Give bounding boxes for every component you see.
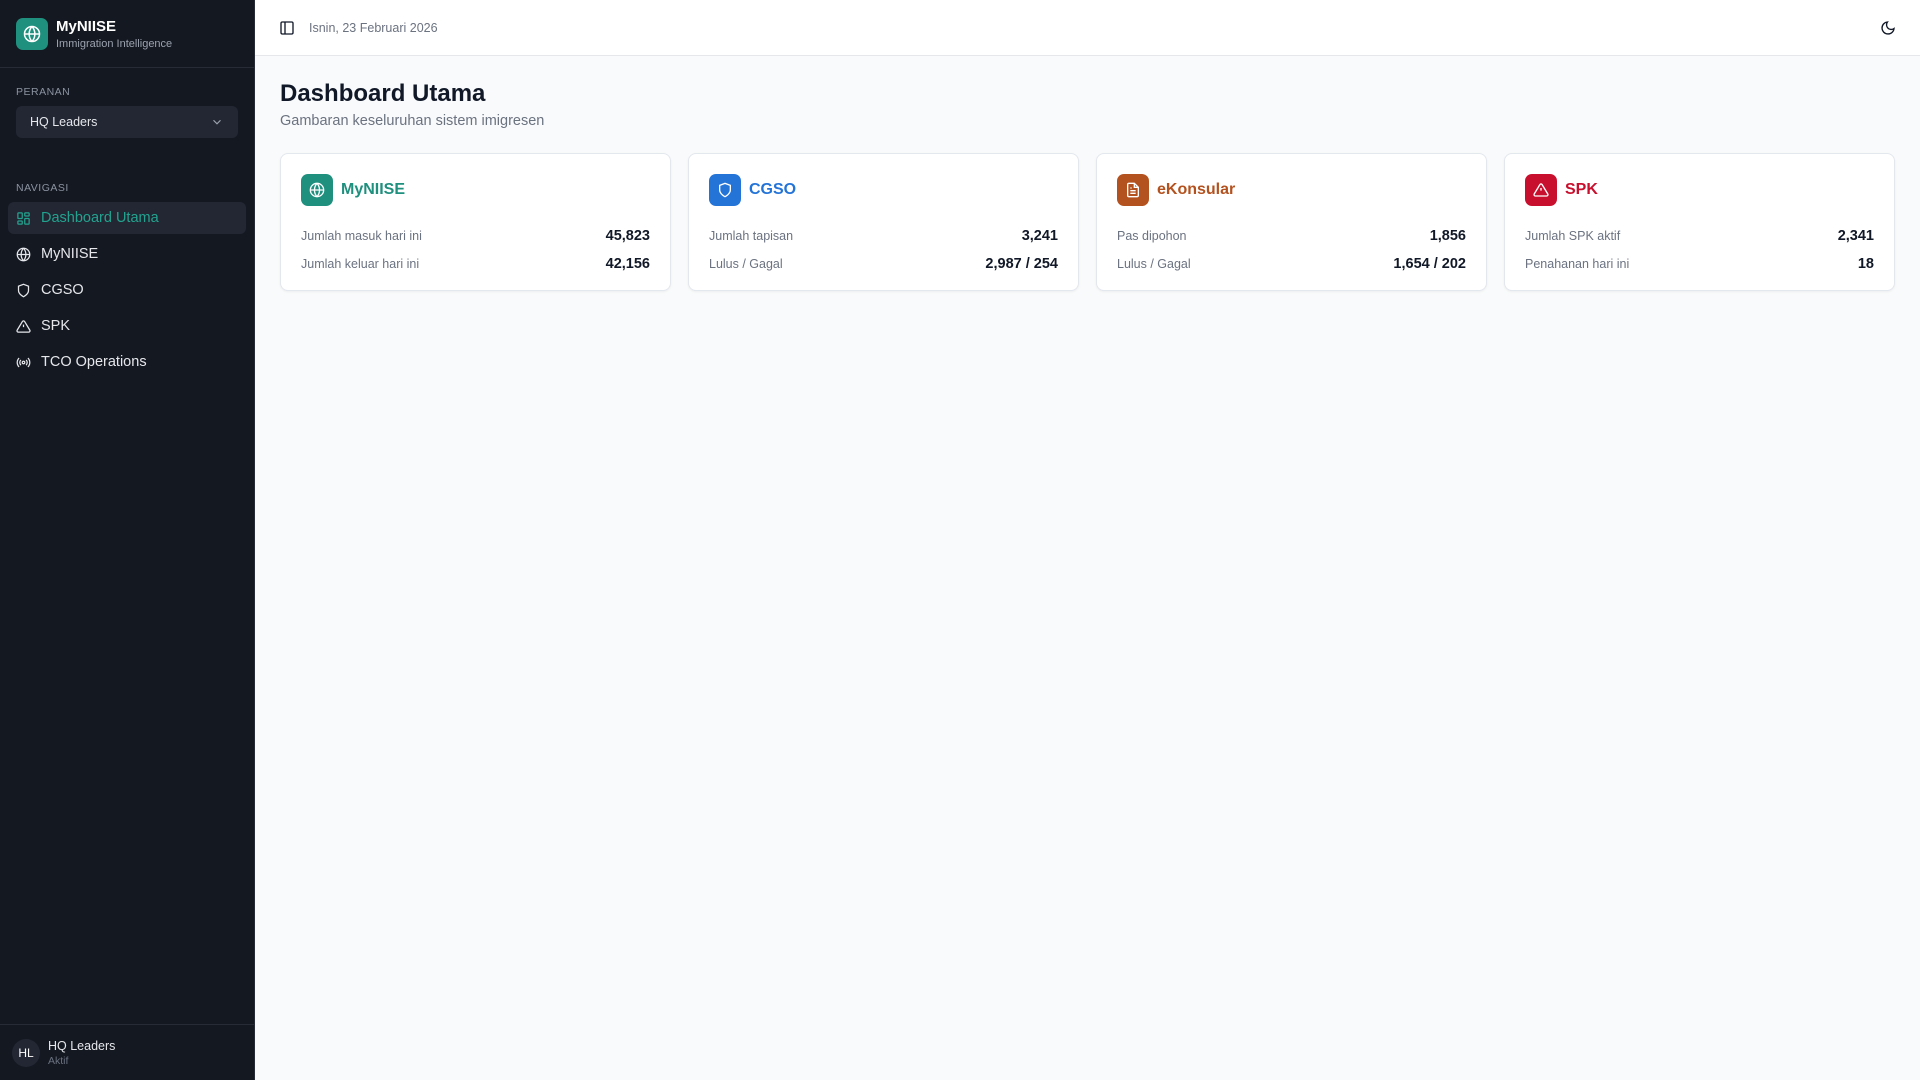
stat-row: Jumlah tapisan 3,241 — [709, 222, 1058, 250]
user-profile[interactable]: HL HQ Leaders Aktif — [0, 1024, 254, 1080]
sidebar-item-tco[interactable]: TCO Operations — [8, 346, 246, 378]
stat-label: Lulus / Gagal — [709, 257, 783, 271]
role-value: HQ Leaders — [30, 115, 98, 129]
brand-name: MyNIISE — [56, 17, 117, 35]
nav-label: NAVIGASI — [16, 182, 69, 194]
stat-label: Penahanan hari ini — [1525, 257, 1630, 271]
stat-value: 42,156 — [605, 256, 650, 272]
card-title: MyNIISE — [341, 181, 406, 198]
document-icon — [1117, 174, 1149, 206]
stat-label: Jumlah tapisan — [709, 229, 794, 243]
page-title: Dashboard Utama — [280, 80, 486, 107]
stat-row: Jumlah keluar hari ini 42,156 — [301, 250, 650, 278]
globe-icon — [16, 247, 31, 261]
card-title: SPK — [1565, 181, 1598, 198]
user-name: HQ Leaders — [48, 1038, 116, 1053]
sidebar-item-label: Dashboard Utama — [41, 210, 159, 226]
warning-icon — [16, 319, 31, 333]
stat-value: 45,823 — [605, 228, 650, 244]
role-label: PERANAN — [16, 86, 71, 98]
stat-label: Jumlah SPK aktif — [1525, 229, 1621, 243]
stat-label: Jumlah keluar hari ini — [301, 257, 420, 271]
sidebar-item-dashboard[interactable]: Dashboard Utama — [8, 202, 246, 234]
card-ekonsular[interactable]: eKonsular Pas dipohon 1,856 Lulus / Gagal 1,… — [1096, 153, 1487, 291]
sidebar-item-cgso[interactable]: CGSO — [8, 274, 246, 306]
chevron-down-icon — [213, 119, 221, 125]
globe-icon — [301, 174, 333, 206]
dashboard-icon — [17, 211, 30, 225]
brand-subtitle: Immigration Intelligence — [56, 37, 173, 50]
radio-icon — [16, 357, 31, 367]
current-date: Isnin, 23 Februari 2026 — [309, 20, 438, 35]
stat-row: Jumlah masuk hari ini 45,823 — [301, 222, 650, 250]
card-spk[interactable]: SPK Jumlah SPK aktif 2,341 Penahanan hari i… — [1504, 153, 1895, 291]
stat-label: Lulus / Gagal — [1117, 257, 1191, 271]
warning-icon — [1525, 174, 1557, 206]
card-cgso[interactable]: CGSO Jumlah tapisan 3,241 Lulus / Gagal 2,98… — [688, 153, 1079, 291]
stat-row: Penahanan hari ini 18 — [1525, 250, 1874, 278]
role-select[interactable]: HQ Leaders — [16, 106, 238, 138]
top-bar: Isnin, 23 Februari 2026 — [255, 0, 1920, 56]
stat-label: Jumlah masuk hari ini — [301, 229, 422, 243]
stat-row: Lulus / Gagal 2,987 / 254 — [709, 250, 1058, 278]
stat-value: 2,341 — [1837, 228, 1874, 244]
stat-value: 1,654 / 202 — [1393, 256, 1466, 272]
card-title: CGSO — [749, 181, 797, 198]
shield-icon — [709, 174, 741, 206]
card-myniise[interactable]: MyNIISE Jumlah masuk hari ini 45,823 Jumlah… — [280, 153, 671, 291]
sidebar-item-myniise[interactable]: MyNIISE — [8, 238, 246, 270]
sidebar-item-label: TCO Operations — [41, 354, 147, 370]
avatar: HL — [12, 1038, 40, 1067]
globe-icon — [16, 17, 48, 50]
dark-mode-toggle-icon[interactable] — [1880, 20, 1896, 36]
stat-row: Pas dipohon 1,856 — [1117, 222, 1466, 250]
stat-value: 3,241 — [1021, 228, 1058, 244]
user-status: Aktif — [48, 1054, 69, 1067]
sidebar-toggle-icon[interactable] — [279, 20, 295, 36]
stat-value: 1,856 — [1429, 228, 1466, 244]
brand: MyNIISE Immigration Intelligence — [0, 0, 254, 68]
sidebar: MyNIISE Immigration Intelligence PERANAN … — [0, 0, 255, 1080]
sidebar-item-label: SPK — [41, 318, 71, 334]
sidebar-item-label: MyNIISE — [41, 246, 99, 262]
stat-value: 2,987 / 254 — [985, 256, 1058, 272]
page-subtitle: Gambaran keseluruhan sistem imigresen — [280, 113, 545, 129]
sidebar-item-label: CGSO — [41, 282, 84, 298]
stat-row: Jumlah SPK aktif 2,341 — [1525, 222, 1874, 250]
card-title: eKonsular — [1157, 181, 1236, 198]
sidebar-item-spk[interactable]: SPK — [8, 310, 246, 342]
stat-row: Lulus / Gagal 1,654 / 202 — [1117, 250, 1466, 278]
shield-icon — [17, 283, 30, 297]
stat-label: Pas dipohon — [1117, 229, 1187, 243]
stat-value: 18 — [1857, 256, 1874, 272]
